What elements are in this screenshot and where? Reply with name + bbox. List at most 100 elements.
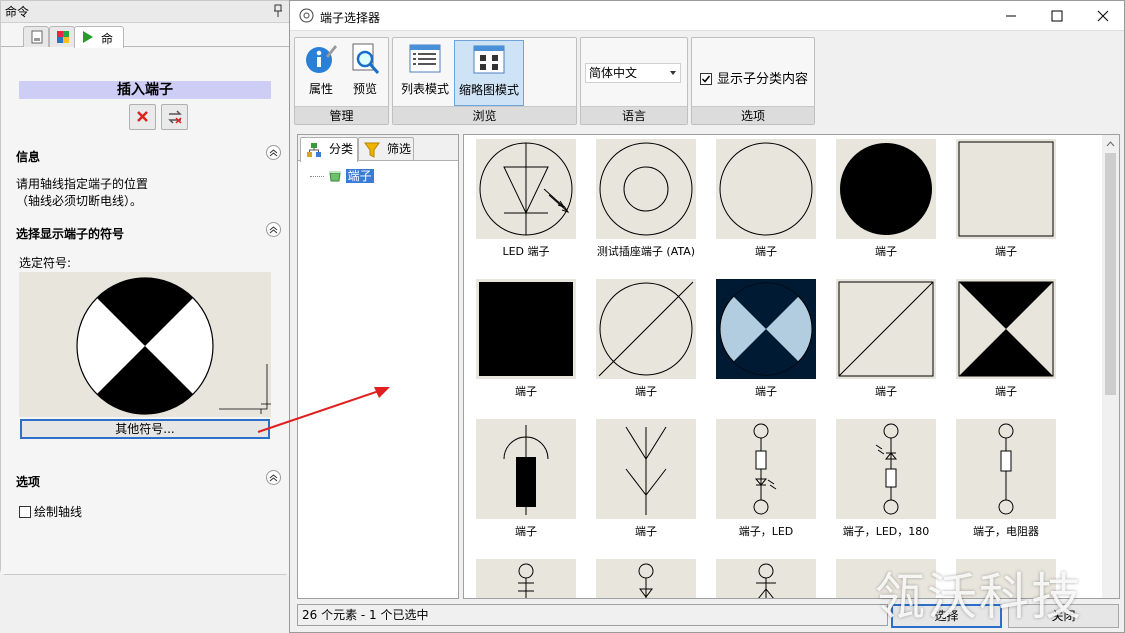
hourglass-square-icon <box>958 281 1054 377</box>
tab-document[interactable] <box>23 26 49 47</box>
filled-square-icon <box>479 282 573 376</box>
info-line-1: 请用轴线指定端子的位置 <box>16 177 149 191</box>
thumbnail-terminal-filled[interactable] <box>836 139 936 239</box>
watermark-text: 瓴沃科技 <box>875 568 1083 626</box>
thumbnail-label: 端子，LED，180 <box>842 525 930 538</box>
show-subcategory-option[interactable]: 显示子分类内容 <box>700 68 808 87</box>
thumbnail-terminal-fork[interactable] <box>596 419 696 519</box>
tab-category[interactable]: 分类 <box>300 137 358 162</box>
preview-button[interactable]: 预览 <box>345 40 385 106</box>
thumbnail-label: 测试插座端子 (ATA) <box>596 245 696 258</box>
thumbnail-terminal-led-180[interactable] <box>836 419 936 519</box>
thumbnail-row4-2[interactable] <box>596 559 696 598</box>
thumbnail-terminal-square[interactable] <box>956 139 1056 239</box>
selected-symbol-label: 选定符号: <box>19 256 72 270</box>
panel-body: 插入端子 信息 请用轴线指定端子的位置 （轴线必须切断电线）。 选择显示端子的符… <box>1 48 289 574</box>
thumbnail-pane: LED 端子 测试插座端子 (ATA) 端子 端子 端子 端子 端子 端子 端子… <box>463 134 1120 599</box>
slashed-circle-icon <box>598 281 694 377</box>
document-icon <box>31 30 43 44</box>
terminal-icon <box>518 563 534 598</box>
thumbnail-terminal-slashed-square[interactable] <box>836 279 936 379</box>
thumbnail-row4-1[interactable] <box>476 559 576 598</box>
repeat-button[interactable] <box>161 104 188 130</box>
thumbnail-label: 端子 <box>875 245 897 258</box>
draw-axis-checkbox[interactable] <box>19 506 31 518</box>
minimize-icon <box>1006 15 1016 17</box>
thumbnail-terminal-filled-square[interactable] <box>476 279 576 379</box>
terminal-icon <box>756 563 776 598</box>
thumbnail-terminal-slashed-circle[interactable] <box>596 279 696 379</box>
language-value: 简体中文 <box>589 66 638 80</box>
tree-node-terminal[interactable]: 端子 <box>310 167 374 184</box>
thumbnail-test-socket[interactable] <box>596 139 696 239</box>
tab-command[interactable]: 命令 <box>74 26 124 63</box>
terminal-symbol-icon <box>76 277 271 415</box>
browse-group-label: 浏览 <box>393 106 576 124</box>
filled-circle-icon <box>840 143 932 235</box>
ribbon-group-browse: 列表模式 缩略图模式 浏览 <box>392 37 577 125</box>
command-panel: 命令 命令 插入端子 <box>0 0 290 575</box>
list-mode-button[interactable]: 列表模式 <box>396 40 454 106</box>
manage-group-label: 管理 <box>295 106 388 124</box>
category-tree-pane: 分类 筛选 端子 <box>297 134 459 599</box>
test-socket-icon <box>599 142 693 236</box>
dialog-title-bar: 端子选择器 <box>290 1 1124 31</box>
thumbnail-mode-button[interactable]: 缩略图模式 <box>454 40 524 106</box>
collapse-symbol-button[interactable] <box>266 222 281 237</box>
square-icon <box>958 141 1054 237</box>
tab-filter-label: 筛选 <box>387 142 412 156</box>
thumbnail-label: 端子 <box>755 245 777 258</box>
tab-category-label: 分类 <box>329 142 354 156</box>
tab-library[interactable] <box>49 26 75 47</box>
symbol-section-heading: 选择显示端子的符号 <box>16 227 125 241</box>
show-subcategory-checkbox[interactable] <box>700 73 712 85</box>
draw-axis-label: 绘制轴线 <box>34 505 83 519</box>
thumbnail-terminal-fuse[interactable] <box>476 419 576 519</box>
close-window-button[interactable] <box>1080 1 1125 31</box>
thumbnail-label: 端子，电阻器 <box>973 525 1039 538</box>
thumbnail-label: 端子 <box>995 245 1017 258</box>
tab-filter[interactable]: 筛选 <box>358 137 414 161</box>
minimize-button[interactable] <box>988 1 1034 31</box>
maximize-button[interactable] <box>1034 1 1080 31</box>
collapse-info-button[interactable] <box>266 145 281 160</box>
thumbnail-terminal-circle[interactable] <box>716 139 816 239</box>
collapse-options-button[interactable] <box>266 470 281 485</box>
tree-tabs: 分类 筛选 <box>298 135 458 162</box>
hierarchy-icon <box>307 143 321 157</box>
language-select[interactable]: 简体中文 <box>585 63 681 83</box>
other-symbols-button[interactable]: 其他符号... <box>20 419 270 439</box>
folder-icon <box>328 171 341 182</box>
filter-icon <box>364 142 380 158</box>
info-line-2: （轴线必须切断电线）。 <box>16 194 143 208</box>
thumbnail-row4-3[interactable] <box>716 559 816 598</box>
thumbnail-terminal-hourglass-circle[interactable] <box>716 279 816 379</box>
thumbnail-terminal-led[interactable] <box>716 419 816 519</box>
ribbon-group-options: 显示子分类内容 选项 <box>691 37 815 125</box>
thumbnail-led-terminal[interactable] <box>476 139 576 239</box>
thumbnail-terminal-hourglass-square[interactable] <box>956 279 1056 379</box>
pin-icon[interactable] <box>273 4 283 18</box>
panel-tabs: 命令 <box>1 23 289 63</box>
thumbnail-terminal-resistor[interactable] <box>956 419 1056 519</box>
info-icon <box>306 45 337 73</box>
tree-node-label: 端子 <box>345 169 374 183</box>
slashed-square-icon <box>838 281 934 377</box>
terminal-icon <box>638 563 654 598</box>
terminal-led-icon <box>753 423 777 515</box>
list-mode-label: 列表模式 <box>400 82 449 96</box>
cancel-button[interactable] <box>129 104 156 130</box>
info-section-heading: 信息 <box>16 150 41 164</box>
vertical-scrollbar[interactable] <box>1102 135 1119 598</box>
thumbnail-label: 端子 <box>995 385 1017 398</box>
properties-button[interactable]: 属性 <box>301 40 341 106</box>
tree-connector <box>310 176 324 177</box>
hourglass-circle-icon <box>716 279 816 379</box>
scrollbar-thumb[interactable] <box>1105 153 1116 395</box>
thumbnail-label: 端子 <box>755 385 777 398</box>
palette-icon <box>57 31 69 43</box>
play-icon <box>83 31 93 43</box>
draw-axis-option[interactable]: 绘制轴线 <box>19 503 82 520</box>
fuse-terminal-icon <box>503 425 549 515</box>
chevron-up-icon <box>269 226 278 234</box>
